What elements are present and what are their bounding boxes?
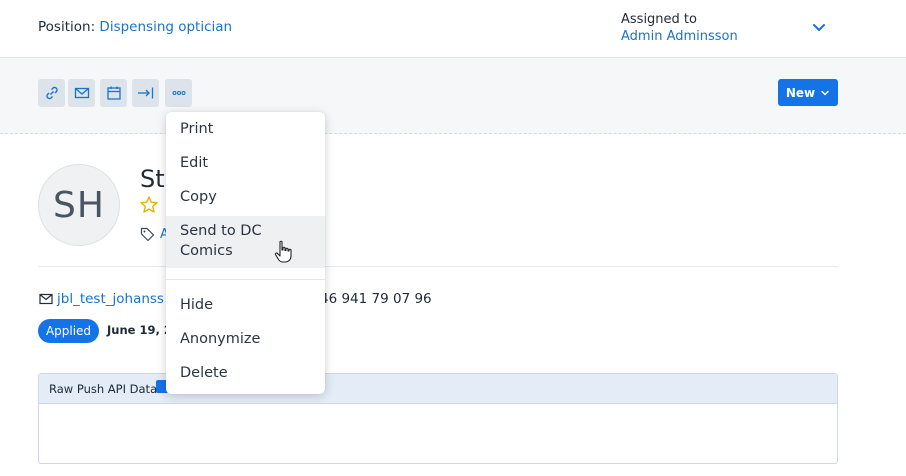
arrow-to-end-icon: [137, 87, 153, 99]
status-badge: Applied: [38, 319, 99, 343]
applied-date: June 19, 2: [107, 323, 172, 337]
schedule-button[interactable]: [100, 79, 127, 107]
candidate-name: St: [140, 165, 165, 193]
chevron-down-icon[interactable]: [811, 19, 827, 35]
calendar-icon: [106, 86, 121, 100]
menu-item-send-to-dc-comics[interactable]: Send to DC Comics: [166, 216, 325, 268]
menu-divider: [166, 279, 325, 280]
panel-title: Raw Push API Data: [49, 381, 158, 396]
position-link[interactable]: Dispensing optician: [99, 19, 232, 35]
avatar: SH: [38, 164, 120, 246]
menu-item-delete[interactable]: Delete: [166, 363, 325, 383]
more-actions-button[interactable]: [165, 79, 192, 107]
email-link[interactable]: jbl_test_johanss: [57, 291, 164, 307]
mail-icon: [39, 293, 53, 305]
move-stage-button[interactable]: [132, 79, 159, 107]
assigned-label: Assigned to: [621, 12, 697, 27]
assigned-user-link[interactable]: Admin Adminsson: [621, 28, 738, 45]
new-button[interactable]: New: [778, 79, 838, 106]
phone-number[interactable]: 46 941 79 07 96: [320, 291, 432, 307]
menu-item-anonymize[interactable]: Anonymize: [166, 329, 325, 349]
hand-cursor-icon: [274, 240, 292, 263]
new-button-label: New: [785, 85, 816, 100]
star-icon[interactable]: [139, 195, 159, 215]
raw-data-panel: Raw Push API Data: [38, 373, 838, 464]
menu-item-copy[interactable]: Copy: [166, 187, 325, 207]
assigned-to: Assigned to Admin Adminsson: [621, 11, 738, 45]
section-divider: [38, 266, 838, 267]
menu-item-hide[interactable]: Hide: [166, 295, 325, 315]
chevron-down-icon: [821, 90, 829, 96]
email-button[interactable]: [68, 79, 95, 107]
record-header: Position: Dispensing optician Assigned t…: [0, 0, 906, 58]
more-actions-menu: Print Edit Copy Send to DC Comics Hide A…: [166, 112, 325, 394]
menu-item-send-line1: Send to DC: [180, 223, 262, 239]
position-label: Position:: [38, 19, 96, 35]
menu-item-print[interactable]: Print: [166, 119, 325, 139]
tag-icon: [140, 227, 155, 242]
link-icon: [45, 86, 58, 100]
copy-link-button[interactable]: [38, 79, 65, 107]
menu-item-send-line2: Comics: [180, 243, 233, 259]
menu-item-edit[interactable]: Edit: [166, 153, 325, 173]
more-icon: [172, 91, 185, 95]
position-info: Position: Dispensing optician: [38, 19, 232, 35]
mail-icon: [74, 87, 89, 99]
